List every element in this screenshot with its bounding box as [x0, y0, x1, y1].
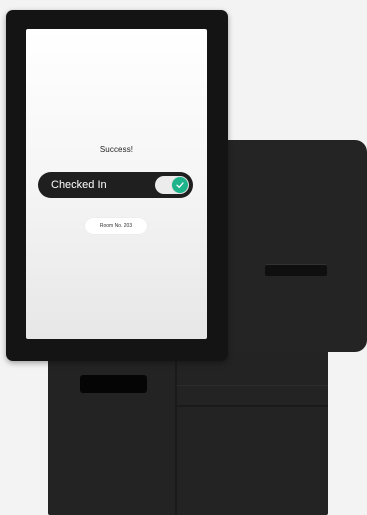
checked-in-toggle[interactable] — [155, 176, 189, 194]
check-icon — [176, 182, 184, 188]
kiosk-screen: Success! Checked In Room No. 203 — [26, 29, 207, 339]
kiosk-printer-housing — [205, 140, 367, 352]
card-reader-slot — [80, 375, 147, 393]
key-card-dispenser-slot — [265, 264, 327, 276]
kiosk-base-seam-lower — [177, 405, 328, 407]
toggle-knob — [172, 177, 188, 193]
kiosk-base-seam — [175, 340, 177, 515]
checked-in-toggle-row[interactable]: Checked In — [38, 172, 193, 198]
checked-in-label: Checked In — [51, 179, 107, 191]
kiosk-base-seam-upper — [177, 385, 328, 386]
success-message: Success! — [99, 145, 134, 154]
kiosk-base — [48, 340, 328, 515]
room-number-badge: Room No. 203 — [85, 218, 147, 234]
